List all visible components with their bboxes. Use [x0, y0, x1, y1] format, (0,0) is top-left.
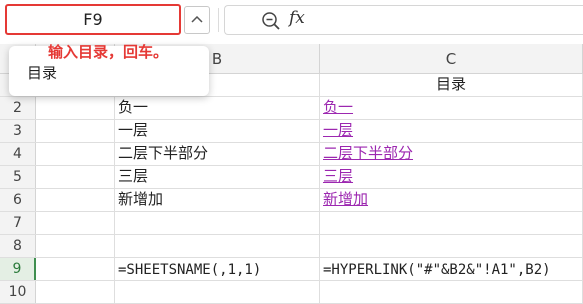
cell-a2[interactable]	[36, 97, 115, 119]
name-box-dropdown-button[interactable]	[184, 6, 210, 34]
row-header-active[interactable]: 9	[0, 258, 36, 280]
table-row: 4 二层下半部分 二层下半部分	[0, 143, 583, 166]
cell-c8[interactable]	[320, 235, 583, 257]
formula-bar[interactable]: fx	[224, 5, 583, 35]
cell-c2-link[interactable]: 负一	[320, 97, 583, 119]
cell-a3[interactable]	[36, 120, 115, 142]
instruction-annotation: 输入目录，回车。	[48, 43, 169, 61]
table-row: 7	[0, 212, 583, 235]
cell-b8[interactable]	[115, 235, 320, 257]
formula-toolbar: F9 fx	[0, 0, 583, 44]
fx-icon[interactable]: fx	[289, 8, 305, 28]
toolbar-divider	[218, 8, 219, 32]
table-row: 2 负一 负一	[0, 97, 583, 120]
zoom-out-icon[interactable]	[261, 11, 281, 31]
cell-a6[interactable]	[36, 189, 115, 211]
cell-a8[interactable]	[36, 235, 115, 257]
cell-a5[interactable]	[36, 166, 115, 188]
cell-c1[interactable]: 目录	[320, 74, 583, 96]
chevron-down-icon	[191, 16, 203, 23]
row-header[interactable]: 3	[0, 120, 36, 142]
cell-b6[interactable]: 新增加	[115, 189, 320, 211]
row-header[interactable]: 10	[0, 281, 36, 303]
cell-c5-link[interactable]: 三层	[320, 166, 583, 188]
cell-b9-formula[interactable]: =SHEETSNAME(,1,1)	[115, 258, 320, 280]
cell-a10[interactable]	[36, 281, 115, 303]
cell-c6-link[interactable]: 新增加	[320, 189, 583, 211]
cell-b10[interactable]	[115, 281, 320, 303]
cell-c9-formula[interactable]: =HYPERLINK("#"&B2&"!A1",B2)	[320, 258, 583, 280]
cell-a9[interactable]	[36, 258, 115, 280]
cell-b7[interactable]	[115, 212, 320, 234]
table-row: 10	[0, 281, 583, 304]
cell-a4[interactable]	[36, 143, 115, 165]
cell-c7[interactable]	[320, 212, 583, 234]
row-header[interactable]: 8	[0, 235, 36, 257]
cell-b5[interactable]: 三层	[115, 166, 320, 188]
table-row: 8	[0, 235, 583, 258]
dropdown-item-mulu[interactable]: 目录	[27, 62, 57, 83]
cell-a7[interactable]	[36, 212, 115, 234]
column-header-c[interactable]: C	[320, 44, 583, 73]
row-header[interactable]: 4	[0, 143, 36, 165]
table-row: 9 =SHEETSNAME(,1,1) =HYPERLINK("#"&B2&"!…	[0, 258, 583, 281]
row-header[interactable]: 7	[0, 212, 36, 234]
table-row: 6 新增加 新增加	[0, 189, 583, 212]
cell-c4-link[interactable]: 二层下半部分	[320, 143, 583, 165]
table-row: 5 三层 三层	[0, 166, 583, 189]
name-box-value: F9	[83, 10, 103, 29]
cell-c10[interactable]	[320, 281, 583, 303]
cell-b4[interactable]: 二层下半部分	[115, 143, 320, 165]
cell-b3[interactable]: 一层	[115, 120, 320, 142]
name-box[interactable]: F9	[5, 4, 181, 35]
table-row: 3 一层 一层	[0, 120, 583, 143]
cell-c3-link[interactable]: 一层	[320, 120, 583, 142]
cell-b2[interactable]: 负一	[115, 97, 320, 119]
row-header[interactable]: 2	[0, 97, 36, 119]
row-header[interactable]: 6	[0, 189, 36, 211]
row-header[interactable]: 5	[0, 166, 36, 188]
